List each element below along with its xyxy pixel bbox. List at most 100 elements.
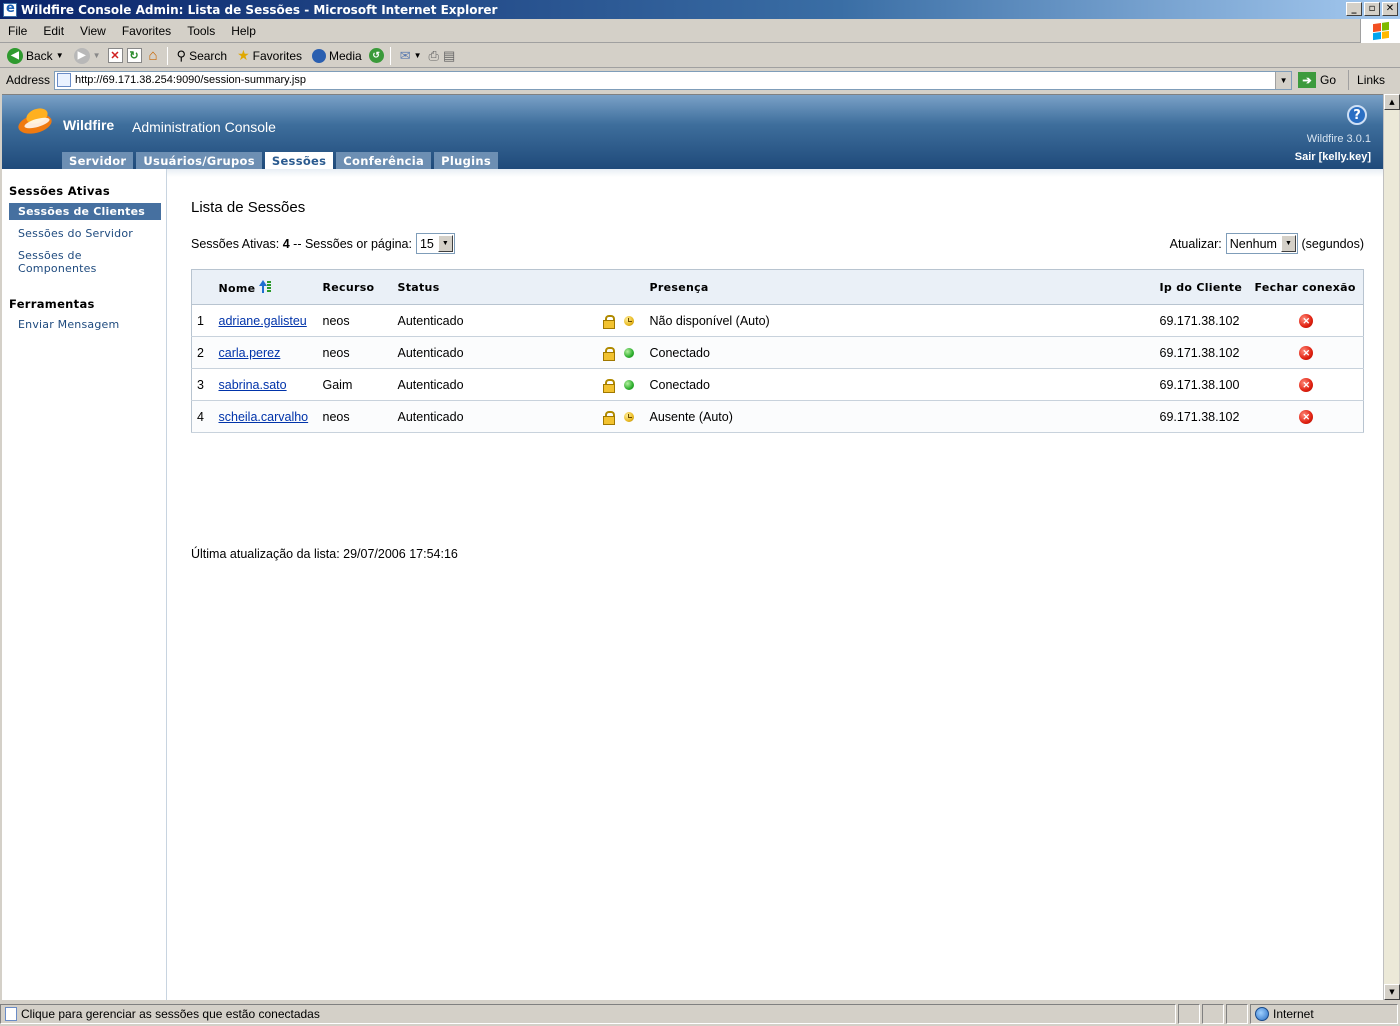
vertical-scrollbar[interactable]: ▲ ▼ xyxy=(1383,94,1400,1000)
active-sessions-label: Sessões Ativas: xyxy=(191,236,280,251)
back-label: Back xyxy=(26,48,53,63)
table-row: 1 adriane.galisteu neos Autenticado Não … xyxy=(191,304,1364,337)
address-label: Address xyxy=(6,73,51,87)
sidebar-item-sessoes-de-componentes[interactable]: Sessões de Componentes xyxy=(2,247,166,277)
back-dropdown-icon[interactable]: ▼ xyxy=(56,51,64,60)
chevron-down-icon: ▼ xyxy=(437,235,453,252)
logout-link[interactable]: Sair [kelly.key] xyxy=(1295,151,1371,163)
media-button[interactable]: Media xyxy=(309,48,365,63)
search-button[interactable]: ⚲ Search xyxy=(174,48,231,64)
forward-arrow-icon: ▶ xyxy=(73,47,90,64)
status-cell xyxy=(1202,1004,1224,1024)
back-button[interactable]: ◀ Back ▼ xyxy=(4,47,67,64)
favorites-button[interactable]: ★ Favorites xyxy=(234,47,305,64)
search-icon: ⚲ xyxy=(176,47,187,63)
print-icon[interactable]: ⎙ xyxy=(429,48,439,64)
stop-icon[interactable]: ✕ xyxy=(107,48,123,63)
address-input[interactable]: http://69.171.38.254:9090/session-summar… xyxy=(54,70,1293,90)
media-label: Media xyxy=(329,48,362,63)
refresh-icon[interactable]: ↻ xyxy=(126,48,142,63)
close-connection-icon[interactable]: ✕ xyxy=(1299,314,1314,329)
menu-edit[interactable]: Edit xyxy=(35,24,72,38)
help-icon[interactable]: ? xyxy=(1347,105,1367,125)
minimize-button[interactable]: _ xyxy=(1346,2,1362,16)
history-icon[interactable]: ↺ xyxy=(368,48,384,63)
refresh-label: Atualizar: xyxy=(1169,236,1222,251)
status-cell xyxy=(1226,1004,1248,1024)
chevron-down-icon: ▼ xyxy=(1280,235,1296,252)
console-title: Administration Console xyxy=(132,119,276,135)
sidebar-item-sessoes-de-clientes[interactable]: Sessões de Clientes xyxy=(9,203,161,220)
go-button[interactable]: ➔ Go xyxy=(1298,72,1336,88)
go-label: Go xyxy=(1320,73,1337,87)
sidebar-heading-ferramentas: Ferramentas xyxy=(9,297,95,311)
status-cell: Autenticado xyxy=(392,304,619,337)
resource-cell: neos xyxy=(317,400,393,433)
home-icon[interactable]: ⌂ xyxy=(146,47,161,64)
tab-sessoes[interactable]: Sessões xyxy=(264,152,334,169)
sort-ascending-icon[interactable] xyxy=(258,279,272,294)
tab-plugins[interactable]: Plugins xyxy=(434,152,498,169)
resource-cell: neos xyxy=(317,304,393,337)
presence-icon-cell xyxy=(618,336,645,369)
refresh-unit: (segundos) xyxy=(1301,236,1364,251)
mail-button[interactable]: ✉ ▼ xyxy=(397,48,425,64)
user-link[interactable]: sabrina.sato xyxy=(219,378,287,392)
links-button[interactable]: Links xyxy=(1348,70,1385,90)
tab-usuarios-grupos[interactable]: Usuários/Grupos xyxy=(136,152,262,169)
row-index: 1 xyxy=(191,304,214,337)
menu-favorites[interactable]: Favorites xyxy=(114,24,179,38)
ip-cell: 69.171.38.102 xyxy=(1154,304,1250,337)
menu-file[interactable]: File xyxy=(0,24,35,38)
ip-cell: 69.171.38.102 xyxy=(1154,336,1250,369)
column-nome[interactable]: Nome xyxy=(213,269,318,305)
presence-icon-cell xyxy=(618,368,645,401)
lock-icon xyxy=(602,379,615,393)
sidebar-item-enviar-mensagem[interactable]: Enviar Mensagem xyxy=(2,316,166,333)
close-button[interactable]: ✕ xyxy=(1382,2,1398,16)
user-link[interactable]: carla.perez xyxy=(219,346,281,360)
scroll-down-icon[interactable]: ▼ xyxy=(1384,984,1400,1000)
tab-servidor[interactable]: Servidor xyxy=(62,152,134,169)
close-connection-icon[interactable]: ✕ xyxy=(1299,410,1314,425)
lock-icon xyxy=(602,315,615,329)
user-link[interactable]: adriane.galisteu xyxy=(219,314,307,328)
restore-button[interactable]: ▫ xyxy=(1364,2,1380,16)
refresh-control: Atualizar: Nenhum ▼ (segundos) xyxy=(1170,233,1364,254)
per-page-value: 15 xyxy=(419,236,434,251)
refresh-value: Nenhum xyxy=(1229,236,1277,251)
window-title: Wildfire Console Admin: Lista de Sessões… xyxy=(21,2,498,17)
sidebar-item-sessoes-do-servidor[interactable]: Sessões do Servidor xyxy=(2,225,166,242)
menu-tools[interactable]: Tools xyxy=(179,24,223,38)
refresh-select[interactable]: Nenhum ▼ xyxy=(1225,233,1298,254)
row-index: 2 xyxy=(191,336,214,369)
media-icon xyxy=(312,48,327,63)
user-link[interactable]: scheila.carvalho xyxy=(219,410,309,424)
last-update-text: Última atualização da lista: 29/07/2006 … xyxy=(191,547,458,561)
per-page-select[interactable]: 15 ▼ xyxy=(415,233,455,254)
toolbar-separator xyxy=(166,46,168,65)
address-dropdown-icon[interactable]: ▼ xyxy=(1275,71,1292,89)
forward-dropdown-icon[interactable]: ▼ xyxy=(93,51,101,60)
menu-view[interactable]: View xyxy=(72,24,114,38)
resource-cell: neos xyxy=(317,336,393,369)
row-index: 3 xyxy=(191,368,214,401)
window-controls: _ ▫ ✕ xyxy=(1346,2,1398,16)
page-icon xyxy=(57,73,72,87)
status-cell xyxy=(1178,1004,1200,1024)
edit-icon[interactable]: ▤ xyxy=(443,48,455,64)
status-cell: Autenticado xyxy=(392,336,619,369)
close-connection-icon[interactable]: ✕ xyxy=(1299,346,1314,361)
online-status-icon xyxy=(623,379,634,390)
presence-icon-cell xyxy=(618,400,645,433)
lock-icon xyxy=(602,347,615,361)
page-icon xyxy=(5,1007,17,1021)
column-ip: Ip do Cliente xyxy=(1154,269,1250,305)
menu-help[interactable]: Help xyxy=(223,24,264,38)
forward-button[interactable]: ▶ ▼ xyxy=(71,47,104,64)
close-connection-icon[interactable]: ✕ xyxy=(1299,378,1314,393)
content-top-shadow xyxy=(167,169,1383,177)
tab-conferencia[interactable]: Conferência xyxy=(336,152,432,169)
scroll-up-icon[interactable]: ▲ xyxy=(1384,94,1400,110)
sidebar-heading-sessoes-ativas: Sessões Ativas xyxy=(9,184,110,198)
